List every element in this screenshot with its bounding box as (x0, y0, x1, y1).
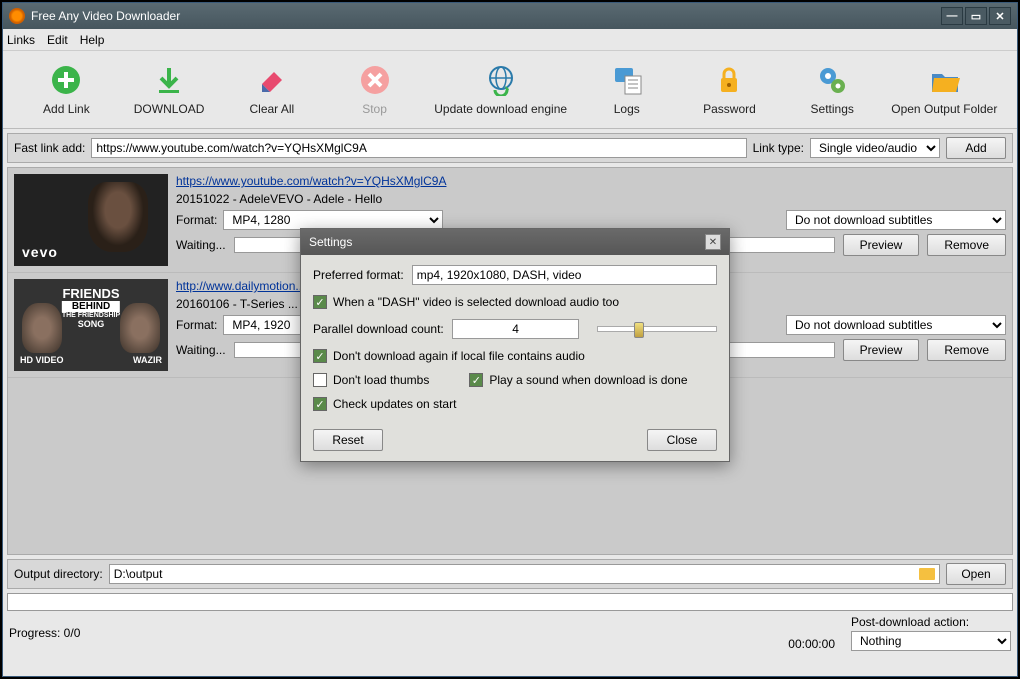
plus-icon (50, 64, 82, 96)
minimize-button[interactable]: — (941, 7, 963, 25)
link-type-label: Link type: (753, 141, 804, 155)
gear-icon (816, 64, 848, 96)
subtitles-select[interactable]: Do not download subtitles (786, 315, 1006, 335)
titlebar: Free Any Video Downloader — ▭ ✕ (3, 3, 1017, 29)
menu-links[interactable]: Links (7, 33, 35, 47)
password-button[interactable]: Password (678, 55, 781, 125)
thumbnail: FRIENDS BEHIND THE FRIENDSHIP SONG HD VI… (14, 279, 168, 371)
parallel-count-slider[interactable] (597, 326, 717, 332)
dont-redownload-checkbox[interactable]: ✓ (313, 349, 327, 363)
menu-edit[interactable]: Edit (47, 33, 68, 47)
link-type-select[interactable]: Single video/audio (810, 138, 940, 158)
dont-load-thumbs-label: Don't load thumbs (333, 373, 429, 387)
parallel-count-label: Parallel download count: (313, 322, 444, 336)
preview-button[interactable]: Preview (843, 234, 920, 256)
preferred-format-label: Preferred format: (313, 268, 404, 282)
logs-button[interactable]: Logs (575, 55, 678, 125)
add-button[interactable]: Add (946, 137, 1006, 159)
remove-button[interactable]: Remove (927, 339, 1006, 361)
stop-icon (359, 64, 391, 96)
dont-redownload-label: Don't download again if local file conta… (333, 349, 585, 363)
play-sound-checkbox[interactable]: ✓ (469, 373, 483, 387)
check-updates-checkbox[interactable]: ✓ (313, 397, 327, 411)
thumbnail: vevo (14, 174, 168, 266)
download-button[interactable]: DOWNLOAD (118, 55, 221, 125)
item-url[interactable]: https://www.youtube.com/watch?v=YQHsXMgl… (176, 174, 1006, 188)
status-text: Waiting... (176, 343, 226, 357)
clear-all-button[interactable]: Clear All (220, 55, 323, 125)
item-title: 20151022 - AdeleVEVO - Adele - Hello (176, 192, 1006, 206)
eraser-icon (256, 64, 288, 96)
app-icon (9, 8, 25, 24)
remove-button[interactable]: Remove (927, 234, 1006, 256)
preview-button[interactable]: Preview (843, 339, 920, 361)
output-dir-label: Output directory: (14, 567, 103, 581)
download-icon (153, 64, 185, 96)
open-button[interactable]: Open (946, 563, 1006, 585)
folder-icon[interactable] (919, 568, 935, 580)
progress-label: Progress: 0/0 (9, 626, 80, 640)
folder-open-icon (928, 64, 960, 96)
close-button[interactable]: Close (647, 429, 717, 451)
elapsed-time: 00:00:00 (788, 637, 835, 651)
add-link-button[interactable]: Add Link (15, 55, 118, 125)
reset-button[interactable]: Reset (313, 429, 383, 451)
format-label: Format: (176, 318, 217, 332)
menu-help[interactable]: Help (80, 33, 105, 47)
settings-dialog: Settings ✕ Preferred format: ✓ When a "D… (300, 228, 730, 462)
lock-icon (713, 64, 745, 96)
parallel-count-input[interactable] (452, 319, 580, 339)
output-directory-bar: Output directory: D:\output Open (7, 559, 1013, 589)
status-text: Waiting... (176, 238, 226, 252)
fast-link-input[interactable] (91, 138, 746, 158)
preferred-format-input[interactable] (412, 265, 717, 285)
open-output-folder-button[interactable]: Open Output Folder (884, 55, 1005, 125)
fast-link-bar: Fast link add: Link type: Single video/a… (7, 133, 1013, 163)
output-dir-input[interactable]: D:\output (109, 564, 940, 584)
subtitles-select[interactable]: Do not download subtitles (786, 210, 1006, 230)
format-select[interactable]: MP4, 1280 (223, 210, 443, 230)
maximize-button[interactable]: ▭ (965, 7, 987, 25)
menubar: Links Edit Help (3, 29, 1017, 51)
post-download-select[interactable]: Nothing (851, 631, 1011, 651)
update-engine-button[interactable]: Update download engine (426, 55, 575, 125)
format-label: Format: (176, 213, 217, 227)
settings-button[interactable]: Settings (781, 55, 884, 125)
globe-refresh-icon (485, 64, 517, 96)
dont-load-thumbs-checkbox[interactable] (313, 373, 327, 387)
status-bar: Progress: 0/0 00:00:00 Post-download act… (7, 593, 1013, 651)
fast-link-label: Fast link add: (14, 141, 85, 155)
dash-audio-checkbox[interactable]: ✓ (313, 295, 327, 309)
logs-icon (611, 64, 643, 96)
dash-audio-label: When a "DASH" video is selected download… (333, 295, 619, 309)
app-title: Free Any Video Downloader (31, 9, 941, 23)
toolbar: Add Link DOWNLOAD Clear All Stop Update … (3, 51, 1017, 129)
stop-button[interactable]: Stop (323, 55, 426, 125)
dialog-close-button[interactable]: ✕ (705, 234, 721, 250)
play-sound-label: Play a sound when download is done (489, 373, 687, 387)
close-button[interactable]: ✕ (989, 7, 1011, 25)
post-download-label: Post-download action: (851, 615, 969, 629)
overall-progress-bar (7, 593, 1013, 611)
dialog-titlebar: Settings ✕ (301, 229, 729, 255)
check-updates-label: Check updates on start (333, 397, 456, 411)
